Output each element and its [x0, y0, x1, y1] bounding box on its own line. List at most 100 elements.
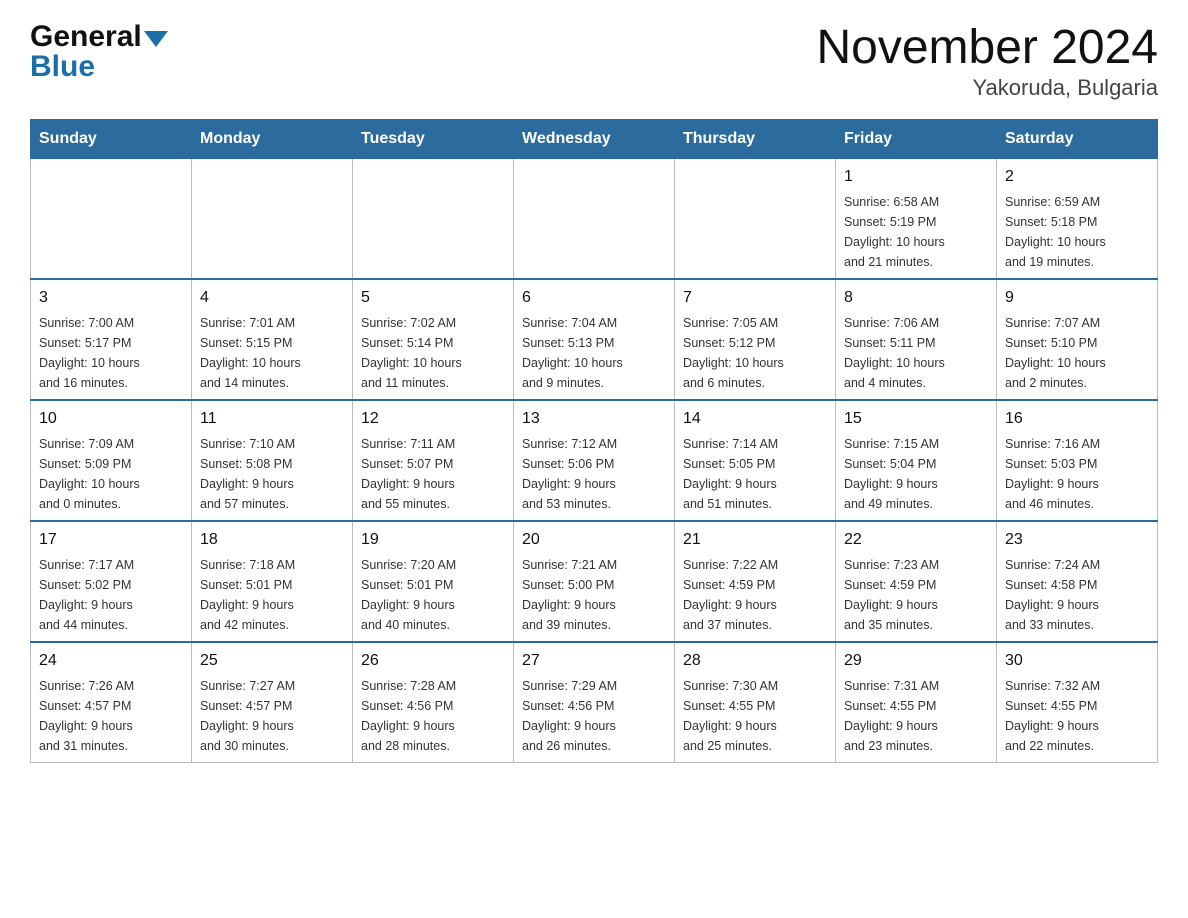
day-number: 17	[39, 528, 183, 552]
day-number: 30	[1005, 649, 1149, 673]
day-number: 25	[200, 649, 344, 673]
calendar-day-cell: 29 Sunrise: 7:31 AMSunset: 4:55 PMDayligh…	[836, 642, 997, 763]
day-of-week-header: Friday	[836, 120, 997, 159]
day-info: Sunrise: 7:32 AMSunset: 4:55 PMDaylight:…	[1005, 676, 1149, 756]
day-info: Sunrise: 7:20 AMSunset: 5:01 PMDaylight:…	[361, 555, 505, 635]
calendar-day-cell: 6 Sunrise: 7:04 AMSunset: 5:13 PMDaylight…	[514, 279, 675, 400]
day-info: Sunrise: 7:16 AMSunset: 5:03 PMDaylight:…	[1005, 434, 1149, 514]
calendar-day-cell: 26 Sunrise: 7:28 AMSunset: 4:56 PMDayligh…	[353, 642, 514, 763]
calendar-day-cell: 8 Sunrise: 7:06 AMSunset: 5:11 PMDaylight…	[836, 279, 997, 400]
day-info: Sunrise: 7:10 AMSunset: 5:08 PMDaylight:…	[200, 434, 344, 514]
day-number: 5	[361, 286, 505, 310]
calendar-day-cell: 5 Sunrise: 7:02 AMSunset: 5:14 PMDaylight…	[353, 279, 514, 400]
day-number: 23	[1005, 528, 1149, 552]
title-section: November 2024 Yakoruda, Bulgaria	[816, 20, 1158, 101]
day-number: 1	[844, 165, 988, 189]
logo-triangle-icon	[144, 31, 168, 47]
calendar-day-cell: 27 Sunrise: 7:29 AMSunset: 4:56 PMDayligh…	[514, 642, 675, 763]
logo-general-line: General	[30, 20, 168, 54]
day-info: Sunrise: 7:04 AMSunset: 5:13 PMDaylight:…	[522, 313, 666, 393]
calendar-week-row: 17 Sunrise: 7:17 AMSunset: 5:02 PMDayligh…	[31, 521, 1158, 642]
day-info: Sunrise: 7:12 AMSunset: 5:06 PMDaylight:…	[522, 434, 666, 514]
day-number: 13	[522, 407, 666, 431]
calendar-day-cell: 21Sunrise: 7:22 AMSunset: 4:59 PMDayligh…	[675, 521, 836, 642]
day-number: 7	[683, 286, 827, 310]
day-info: Sunrise: 7:14 AMSunset: 5:05 PMDaylight:…	[683, 434, 827, 514]
day-info: Sunrise: 7:31 AMSunset: 4:55 PMDaylight:…	[844, 676, 988, 756]
day-of-week-header: Monday	[192, 120, 353, 159]
calendar-day-cell	[31, 159, 192, 280]
calendar-day-cell: 2Sunrise: 6:59 AMSunset: 5:18 PMDaylight…	[997, 159, 1158, 280]
day-info: Sunrise: 7:17 AMSunset: 5:02 PMDaylight:…	[39, 555, 183, 635]
day-info: Sunrise: 7:01 AMSunset: 5:15 PMDaylight:…	[200, 313, 344, 393]
day-number: 29	[844, 649, 988, 673]
day-number: 21	[683, 528, 827, 552]
logo-blue-text: Blue	[30, 50, 168, 84]
day-info: Sunrise: 7:23 AMSunset: 4:59 PMDaylight:…	[844, 555, 988, 635]
calendar-week-row: 24Sunrise: 7:26 AMSunset: 4:57 PMDayligh…	[31, 642, 1158, 763]
day-info: Sunrise: 7:07 AMSunset: 5:10 PMDaylight:…	[1005, 313, 1149, 393]
logo: General Blue	[30, 20, 168, 84]
calendar-day-cell: 17 Sunrise: 7:17 AMSunset: 5:02 PMDayligh…	[31, 521, 192, 642]
calendar-day-cell: 18 Sunrise: 7:18 AMSunset: 5:01 PMDayligh…	[192, 521, 353, 642]
day-info: Sunrise: 7:02 AMSunset: 5:14 PMDaylight:…	[361, 313, 505, 393]
day-number: 27	[522, 649, 666, 673]
day-number: 22	[844, 528, 988, 552]
calendar-week-row: 10 Sunrise: 7:09 AMSunset: 5:09 PMDayligh…	[31, 400, 1158, 521]
logo-general-text: General	[30, 20, 142, 54]
calendar-day-cell: 19 Sunrise: 7:20 AMSunset: 5:01 PMDayligh…	[353, 521, 514, 642]
calendar-day-cell	[192, 159, 353, 280]
day-info: Sunrise: 6:59 AMSunset: 5:18 PMDaylight:…	[1005, 192, 1149, 272]
calendar-day-cell	[514, 159, 675, 280]
day-number: 8	[844, 286, 988, 310]
day-info: Sunrise: 7:30 AMSunset: 4:55 PMDaylight:…	[683, 676, 827, 756]
calendar-subtitle: Yakoruda, Bulgaria	[816, 75, 1158, 101]
day-of-week-header: Saturday	[997, 120, 1158, 159]
day-info: Sunrise: 7:28 AMSunset: 4:56 PMDaylight:…	[361, 676, 505, 756]
calendar-day-cell: 15 Sunrise: 7:15 AMSunset: 5:04 PMDayligh…	[836, 400, 997, 521]
day-info: Sunrise: 7:05 AMSunset: 5:12 PMDaylight:…	[683, 313, 827, 393]
day-of-week-header: Tuesday	[353, 120, 514, 159]
calendar-day-cell: 13 Sunrise: 7:12 AMSunset: 5:06 PMDayligh…	[514, 400, 675, 521]
calendar-day-cell	[353, 159, 514, 280]
calendar-day-cell: 23 Sunrise: 7:24 AMSunset: 4:58 PMDayligh…	[997, 521, 1158, 642]
calendar-header-row: SundayMondayTuesdayWednesdayThursdayFrid…	[31, 120, 1158, 159]
day-number: 14	[683, 407, 827, 431]
day-number: 18	[200, 528, 344, 552]
day-info: Sunrise: 7:15 AMSunset: 5:04 PMDaylight:…	[844, 434, 988, 514]
day-number: 26	[361, 649, 505, 673]
day-of-week-header: Wednesday	[514, 120, 675, 159]
calendar-day-cell: 4 Sunrise: 7:01 AMSunset: 5:15 PMDaylight…	[192, 279, 353, 400]
day-number: 6	[522, 286, 666, 310]
day-info: Sunrise: 7:27 AMSunset: 4:57 PMDaylight:…	[200, 676, 344, 756]
calendar-day-cell: 1 Sunrise: 6:58 AMSunset: 5:19 PMDaylight…	[836, 159, 997, 280]
calendar-day-cell	[675, 159, 836, 280]
calendar-day-cell: 30 Sunrise: 7:32 AMSunset: 4:55 PMDayligh…	[997, 642, 1158, 763]
day-number: 3	[39, 286, 183, 310]
calendar-day-cell: 22 Sunrise: 7:23 AMSunset: 4:59 PMDayligh…	[836, 521, 997, 642]
day-info: Sunrise: 7:29 AMSunset: 4:56 PMDaylight:…	[522, 676, 666, 756]
calendar-day-cell: 16 Sunrise: 7:16 AMSunset: 5:03 PMDayligh…	[997, 400, 1158, 521]
page-header: General Blue November 2024 Yakoruda, Bul…	[30, 20, 1158, 101]
calendar-day-cell: 7 Sunrise: 7:05 AMSunset: 5:12 PMDaylight…	[675, 279, 836, 400]
day-number: 12	[361, 407, 505, 431]
day-info: Sunrise: 7:24 AMSunset: 4:58 PMDaylight:…	[1005, 555, 1149, 635]
calendar-week-row: 1 Sunrise: 6:58 AMSunset: 5:19 PMDaylight…	[31, 159, 1158, 280]
day-number: 19	[361, 528, 505, 552]
day-info: Sunrise: 6:58 AMSunset: 5:19 PMDaylight:…	[844, 192, 988, 272]
day-info: Sunrise: 7:11 AMSunset: 5:07 PMDaylight:…	[361, 434, 505, 514]
calendar-day-cell: 12 Sunrise: 7:11 AMSunset: 5:07 PMDayligh…	[353, 400, 514, 521]
calendar-day-cell: 20Sunrise: 7:21 AMSunset: 5:00 PMDayligh…	[514, 521, 675, 642]
calendar-day-cell: 24Sunrise: 7:26 AMSunset: 4:57 PMDayligh…	[31, 642, 192, 763]
day-number: 4	[200, 286, 344, 310]
day-number: 16	[1005, 407, 1149, 431]
day-info: Sunrise: 7:09 AMSunset: 5:09 PMDaylight:…	[39, 434, 183, 514]
day-number: 11	[200, 407, 344, 431]
day-number: 10	[39, 407, 183, 431]
day-info: Sunrise: 7:21 AMSunset: 5:00 PMDaylight:…	[522, 555, 666, 635]
day-number: 15	[844, 407, 988, 431]
day-of-week-header: Thursday	[675, 120, 836, 159]
calendar-day-cell: 10 Sunrise: 7:09 AMSunset: 5:09 PMDayligh…	[31, 400, 192, 521]
day-info: Sunrise: 7:06 AMSunset: 5:11 PMDaylight:…	[844, 313, 988, 393]
day-info: Sunrise: 7:18 AMSunset: 5:01 PMDaylight:…	[200, 555, 344, 635]
